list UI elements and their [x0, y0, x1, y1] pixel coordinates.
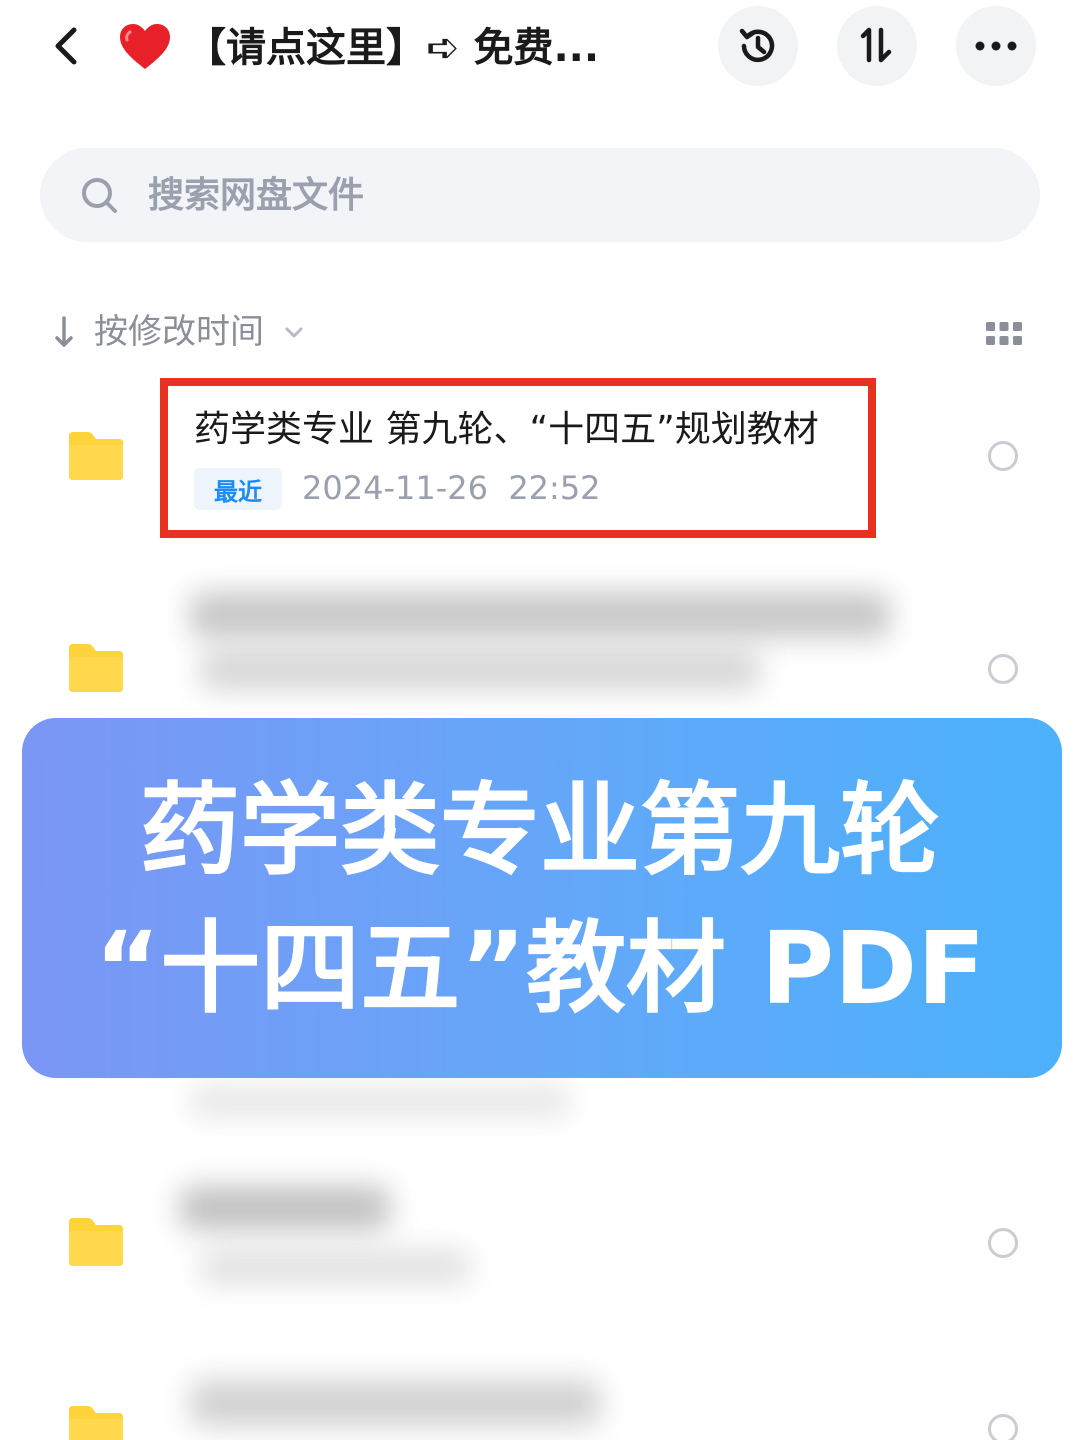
- chevron-down-icon: [285, 327, 303, 338]
- banner-title-line-1: 药学类专业第九轮: [140, 772, 940, 889]
- folder-icon: [69, 1406, 123, 1440]
- blurred-file-name: [180, 1186, 390, 1230]
- blurred-file-name: [190, 1380, 600, 1426]
- chevron-left-icon: [55, 27, 77, 65]
- page-title: 【请点这里】➪ 免费...: [186, 25, 600, 71]
- sort-icon: [860, 27, 892, 63]
- folder-icon: [69, 432, 123, 480]
- file-list-screen: 【请点这里】➪ 免费... 搜索网盘文件 按修改时间 药学类专业 第九轮、“十四…: [0, 0, 1080, 1440]
- grid-view-icon[interactable]: [982, 318, 1026, 350]
- search-placeholder: 搜索网盘文件: [148, 175, 365, 216]
- highlight-box: [160, 378, 876, 538]
- sort-label: 按修改时间: [94, 312, 264, 352]
- arrow-down-icon: [44, 312, 84, 352]
- history-icon: [739, 28, 775, 63]
- sort-button[interactable]: [837, 6, 917, 86]
- folder-icon: [69, 1218, 123, 1266]
- back-button[interactable]: [38, 22, 94, 70]
- blurred-file-name: [190, 592, 890, 638]
- more-icon: [975, 41, 1017, 51]
- select-radio[interactable]: [988, 1414, 1018, 1440]
- select-radio[interactable]: [988, 654, 1018, 684]
- blurred-file-meta: [200, 650, 760, 690]
- heart-icon: [120, 24, 170, 69]
- top-bar: 【请点这里】➪ 免费...: [0, 0, 1080, 100]
- folder-icon: [69, 644, 123, 692]
- search-icon: [82, 178, 117, 213]
- banner-title-line-2: “十四五”教材 PDF: [94, 910, 986, 1027]
- blurred-file-meta: [200, 1250, 470, 1284]
- more-button[interactable]: [956, 6, 1036, 86]
- sort-selector[interactable]: 按修改时间: [44, 300, 306, 364]
- select-radio[interactable]: [988, 441, 1018, 471]
- blurred-file-meta: [190, 1086, 570, 1116]
- select-radio[interactable]: [988, 1228, 1018, 1258]
- history-button[interactable]: [718, 6, 798, 86]
